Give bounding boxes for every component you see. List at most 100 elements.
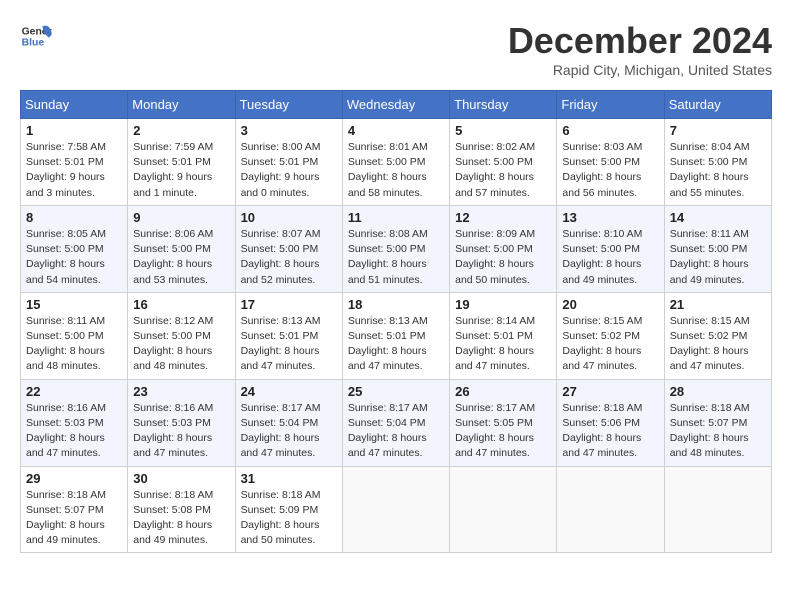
calendar-table: SundayMondayTuesdayWednesdayThursdayFrid… (20, 90, 772, 553)
day-number: 28 (670, 384, 766, 399)
day-number: 8 (26, 210, 122, 225)
day-info: Sunrise: 8:02 AMSunset: 5:00 PMDaylight:… (455, 140, 551, 201)
day-number: 25 (348, 384, 444, 399)
calendar-cell: 1 Sunrise: 7:58 AMSunset: 5:01 PMDaylight… (21, 119, 128, 206)
day-of-week-header: Wednesday (342, 91, 449, 119)
calendar-cell: 18Sunrise: 8:13 AMSunset: 5:01 PMDayligh… (342, 292, 449, 379)
day-info: Sunrise: 7:58 AMSunset: 5:01 PMDaylight:… (26, 140, 122, 201)
day-info: Sunrise: 8:05 AMSunset: 5:00 PMDaylight:… (26, 227, 122, 288)
day-info: Sunrise: 8:17 AMSunset: 5:05 PMDaylight:… (455, 401, 551, 462)
day-of-week-header: Tuesday (235, 91, 342, 119)
day-number: 13 (562, 210, 658, 225)
calendar-cell: 31 Sunrise: 8:18 AMSunset: 5:09 PMDayligh… (235, 466, 342, 553)
calendar-cell: 27 Sunrise: 8:18 AMSunset: 5:06 PMDayligh… (557, 379, 664, 466)
calendar-cell: 8 Sunrise: 8:05 AMSunset: 5:00 PMDaylight… (21, 205, 128, 292)
calendar-week-row: 29 Sunrise: 8:18 AMSunset: 5:07 PMDayligh… (21, 466, 772, 553)
day-number: 20 (562, 297, 658, 312)
day-info: Sunrise: 8:13 AMSunset: 5:01 PMDaylight:… (348, 314, 444, 375)
day-info: Sunrise: 8:13 AMSunset: 5:01 PMDaylight:… (241, 314, 337, 375)
logo: General Blue (20, 20, 52, 52)
day-info: Sunrise: 8:06 AMSunset: 5:00 PMDaylight:… (133, 227, 229, 288)
calendar-cell: 17Sunrise: 8:13 AMSunset: 5:01 PMDayligh… (235, 292, 342, 379)
logo-icon: General Blue (20, 20, 52, 52)
calendar-week-row: 22 Sunrise: 8:16 AMSunset: 5:03 PMDayligh… (21, 379, 772, 466)
day-info: Sunrise: 8:18 AMSunset: 5:07 PMDaylight:… (670, 401, 766, 462)
day-of-week-header: Friday (557, 91, 664, 119)
day-number: 1 (26, 123, 122, 138)
day-number: 7 (670, 123, 766, 138)
day-info: Sunrise: 8:09 AMSunset: 5:00 PMDaylight:… (455, 227, 551, 288)
calendar-cell: 4Sunrise: 8:01 AMSunset: 5:00 PMDaylight… (342, 119, 449, 206)
day-number: 10 (241, 210, 337, 225)
calendar-cell: 16 Sunrise: 8:12 AMSunset: 5:00 PMDayligh… (128, 292, 235, 379)
calendar-cell: 5 Sunrise: 8:02 AMSunset: 5:00 PMDaylight… (450, 119, 557, 206)
calendar-week-row: 1 Sunrise: 7:58 AMSunset: 5:01 PMDaylight… (21, 119, 772, 206)
calendar-header-row: SundayMondayTuesdayWednesdayThursdayFrid… (21, 91, 772, 119)
day-number: 29 (26, 471, 122, 486)
day-info: Sunrise: 8:14 AMSunset: 5:01 PMDaylight:… (455, 314, 551, 375)
calendar-cell (664, 466, 771, 553)
day-of-week-header: Thursday (450, 91, 557, 119)
calendar-cell: 2 Sunrise: 7:59 AMSunset: 5:01 PMDaylight… (128, 119, 235, 206)
day-number: 16 (133, 297, 229, 312)
calendar-cell: 23Sunrise: 8:16 AMSunset: 5:03 PMDayligh… (128, 379, 235, 466)
day-number: 3 (241, 123, 337, 138)
day-of-week-header: Monday (128, 91, 235, 119)
day-info: Sunrise: 8:18 AMSunset: 5:06 PMDaylight:… (562, 401, 658, 462)
calendar-cell: 20 Sunrise: 8:15 AMSunset: 5:02 PMDayligh… (557, 292, 664, 379)
calendar-cell: 25 Sunrise: 8:17 AMSunset: 5:04 PMDayligh… (342, 379, 449, 466)
calendar-cell: 14Sunrise: 8:11 AMSunset: 5:00 PMDayligh… (664, 205, 771, 292)
day-number: 24 (241, 384, 337, 399)
calendar-cell: 7 Sunrise: 8:04 AMSunset: 5:00 PMDaylight… (664, 119, 771, 206)
day-number: 21 (670, 297, 766, 312)
calendar-week-row: 8 Sunrise: 8:05 AMSunset: 5:00 PMDaylight… (21, 205, 772, 292)
day-info: Sunrise: 8:18 AMSunset: 5:09 PMDaylight:… (241, 488, 337, 549)
calendar-cell: 29 Sunrise: 8:18 AMSunset: 5:07 PMDayligh… (21, 466, 128, 553)
svg-text:Blue: Blue (22, 38, 45, 49)
day-number: 11 (348, 210, 444, 225)
day-number: 5 (455, 123, 551, 138)
day-info: Sunrise: 8:10 AMSunset: 5:00 PMDaylight:… (562, 227, 658, 288)
day-info: Sunrise: 8:11 AMSunset: 5:00 PMDaylight:… (26, 314, 122, 375)
calendar-cell: 22 Sunrise: 8:16 AMSunset: 5:03 PMDayligh… (21, 379, 128, 466)
calendar-cell: 21 Sunrise: 8:15 AMSunset: 5:02 PMDayligh… (664, 292, 771, 379)
day-number: 26 (455, 384, 551, 399)
day-info: Sunrise: 8:17 AMSunset: 5:04 PMDaylight:… (348, 401, 444, 462)
day-number: 15 (26, 297, 122, 312)
calendar-cell (450, 466, 557, 553)
day-number: 27 (562, 384, 658, 399)
day-info: Sunrise: 8:04 AMSunset: 5:00 PMDaylight:… (670, 140, 766, 201)
day-info: Sunrise: 8:16 AMSunset: 5:03 PMDaylight:… (26, 401, 122, 462)
calendar-cell: 11 Sunrise: 8:08 AMSunset: 5:00 PMDayligh… (342, 205, 449, 292)
day-info: Sunrise: 8:01 AMSunset: 5:00 PMDaylight:… (348, 140, 444, 201)
calendar-cell (557, 466, 664, 553)
title-section: December 2024 Rapid City, Michigan, Unit… (508, 20, 772, 78)
location: Rapid City, Michigan, United States (508, 62, 772, 78)
calendar-cell: 26 Sunrise: 8:17 AMSunset: 5:05 PMDayligh… (450, 379, 557, 466)
day-number: 2 (133, 123, 229, 138)
calendar-cell: 10 Sunrise: 8:07 AMSunset: 5:00 PMDayligh… (235, 205, 342, 292)
day-info: Sunrise: 8:15 AMSunset: 5:02 PMDaylight:… (670, 314, 766, 375)
day-info: Sunrise: 8:17 AMSunset: 5:04 PMDaylight:… (241, 401, 337, 462)
day-info: Sunrise: 8:12 AMSunset: 5:00 PMDaylight:… (133, 314, 229, 375)
day-info: Sunrise: 8:15 AMSunset: 5:02 PMDaylight:… (562, 314, 658, 375)
day-number: 6 (562, 123, 658, 138)
calendar-cell: 13 Sunrise: 8:10 AMSunset: 5:00 PMDayligh… (557, 205, 664, 292)
calendar-cell: 24 Sunrise: 8:17 AMSunset: 5:04 PMDayligh… (235, 379, 342, 466)
day-info: Sunrise: 8:03 AMSunset: 5:00 PMDaylight:… (562, 140, 658, 201)
day-number: 31 (241, 471, 337, 486)
day-info: Sunrise: 8:08 AMSunset: 5:00 PMDaylight:… (348, 227, 444, 288)
day-info: Sunrise: 8:18 AMSunset: 5:07 PMDaylight:… (26, 488, 122, 549)
day-number: 12 (455, 210, 551, 225)
day-info: Sunrise: 8:16 AMSunset: 5:03 PMDaylight:… (133, 401, 229, 462)
calendar-week-row: 15 Sunrise: 8:11 AMSunset: 5:00 PMDayligh… (21, 292, 772, 379)
day-number: 22 (26, 384, 122, 399)
day-info: Sunrise: 8:00 AMSunset: 5:01 PMDaylight:… (241, 140, 337, 201)
day-info: Sunrise: 7:59 AMSunset: 5:01 PMDaylight:… (133, 140, 229, 201)
calendar-cell: 15 Sunrise: 8:11 AMSunset: 5:00 PMDayligh… (21, 292, 128, 379)
calendar-cell: 9Sunrise: 8:06 AMSunset: 5:00 PMDaylight… (128, 205, 235, 292)
day-info: Sunrise: 8:07 AMSunset: 5:00 PMDaylight:… (241, 227, 337, 288)
page-header: General Blue December 2024 Rapid City, M… (20, 20, 772, 78)
day-number: 19 (455, 297, 551, 312)
day-of-week-header: Sunday (21, 91, 128, 119)
